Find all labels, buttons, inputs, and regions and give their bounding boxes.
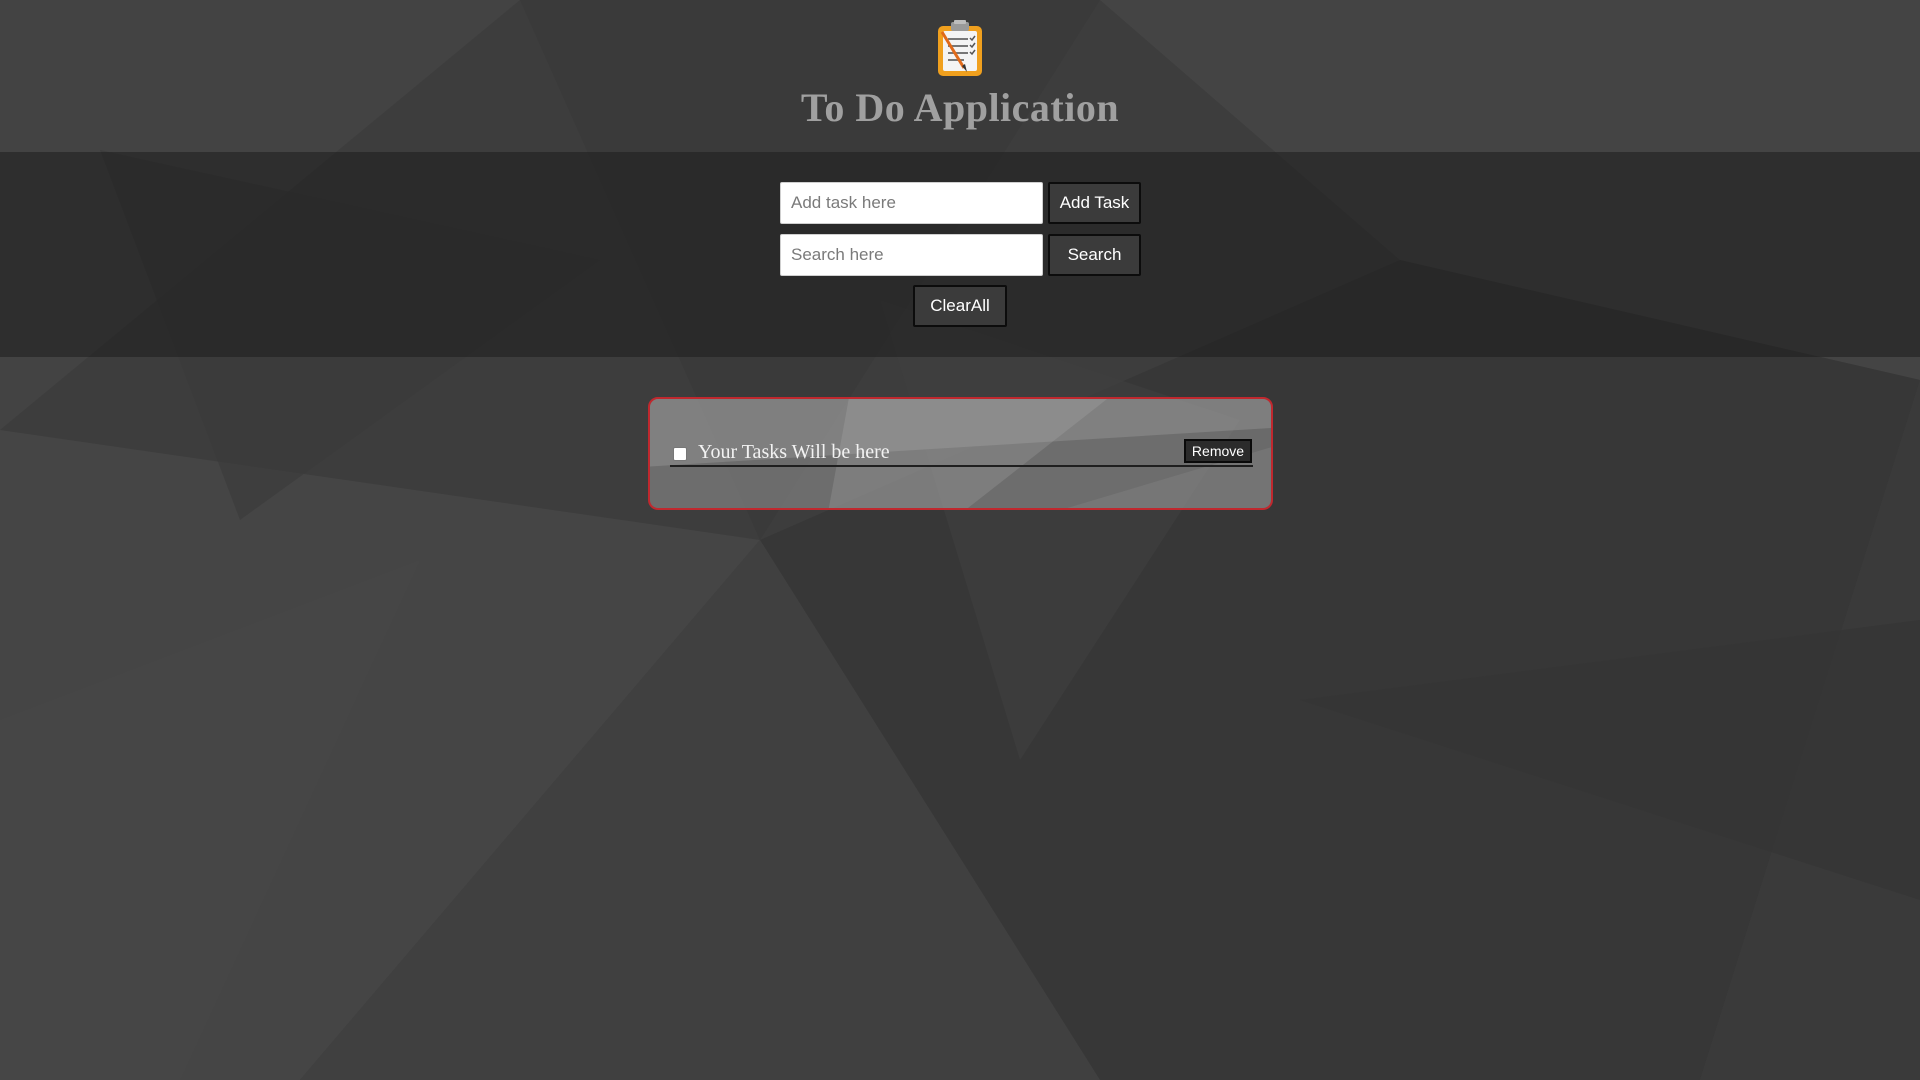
task-item: Your Tasks Will be here Remove — [670, 439, 1253, 467]
task-list: Your Tasks Will be here Remove — [648, 397, 1273, 510]
task-controls: Add Task Search ClearAll — [0, 152, 1920, 357]
clipboard-checklist-icon — [938, 20, 982, 76]
remove-task-button[interactable]: Remove — [1184, 439, 1252, 463]
app-title: To Do Application — [800, 85, 1120, 130]
clear-all-button[interactable]: ClearAll — [913, 285, 1007, 327]
search-button[interactable]: Search — [1048, 234, 1141, 276]
task-checkbox[interactable] — [673, 447, 687, 461]
add-task-input[interactable] — [780, 182, 1043, 224]
add-task-button[interactable]: Add Task — [1048, 182, 1141, 224]
search-input[interactable] — [780, 234, 1043, 276]
app-header: To Do Application — [0, 0, 1920, 152]
task-text: Your Tasks Will be here — [698, 441, 890, 463]
